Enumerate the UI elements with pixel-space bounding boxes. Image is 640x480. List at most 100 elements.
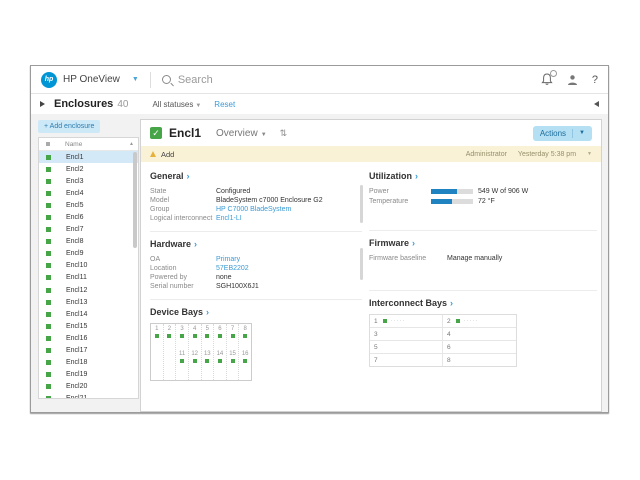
status-ok-icon	[155, 334, 159, 338]
logical-interconnect-link[interactable]: Encl1-LI	[216, 214, 242, 223]
list-item[interactable]: Encl11	[39, 272, 138, 284]
utilization-section-link[interactable]: Utilization›	[369, 171, 597, 181]
status-ok-icon	[46, 215, 51, 220]
list-item[interactable]: Encl1	[39, 151, 138, 163]
resource-toolbar: Enclosures 40 All statuses▼ Reset	[31, 94, 608, 115]
status-ok-icon	[46, 396, 51, 399]
brand-title: HP OneView	[63, 74, 120, 85]
device-bay[interactable]: 412	[189, 324, 202, 380]
device-bay[interactable]: 311	[176, 324, 189, 380]
device-bay[interactable]: 2	[164, 324, 177, 380]
device-bay[interactable]: 1	[151, 324, 164, 380]
resource-count: 40	[117, 99, 128, 110]
interconnect-bays-section-link[interactable]: Interconnect Bays›	[369, 298, 597, 308]
firmware-row: Firmware baselineManage manually	[369, 254, 597, 263]
list-item[interactable]: Encl3	[39, 175, 138, 187]
device-bay[interactable]: 715	[227, 324, 240, 380]
hardware-row: Serial numberSGH100X6J1	[150, 282, 362, 291]
list-item[interactable]: Encl8	[39, 236, 138, 248]
status-ok-icon	[383, 319, 387, 323]
status-ok-icon	[46, 372, 51, 377]
actions-button[interactable]: Actions▼	[533, 126, 592, 141]
help-icon[interactable]: ?	[592, 74, 598, 86]
list-item[interactable]: Encl14	[39, 308, 138, 320]
interconnect-bay[interactable]: 5	[370, 341, 443, 353]
list-item[interactable]: Encl7	[39, 224, 138, 236]
user-icon[interactable]	[567, 74, 578, 86]
status-ok-icon	[46, 300, 51, 305]
list-item[interactable]: Encl6	[39, 211, 138, 223]
chevron-down-icon[interactable]: ▼	[132, 76, 139, 83]
interconnect-bay[interactable]: 7	[370, 354, 443, 366]
list-item[interactable]: Encl12	[39, 284, 138, 296]
status-ok-icon	[46, 324, 51, 329]
oa-link[interactable]: Primary	[216, 255, 240, 264]
interconnect-bay[interactable]: 8	[443, 354, 516, 366]
status-ok-icon	[46, 227, 51, 232]
chevron-down-icon[interactable]: ▼	[587, 151, 592, 157]
list-item[interactable]: Encl17	[39, 345, 138, 357]
list-item[interactable]: Encl18	[39, 357, 138, 369]
hardware-row: Powered bynone	[150, 273, 362, 282]
interconnect-bay[interactable]: 2·····	[443, 315, 516, 327]
interconnect-bays-diagram: 1····· 2····· 3 4 5 6 7	[369, 314, 517, 367]
list-item[interactable]: Encl20	[39, 381, 138, 393]
status-column-icon	[46, 142, 50, 146]
list-item[interactable]: Encl9	[39, 248, 138, 260]
task-banner[interactable]: Add Administrator Yesterday 5:38 pm ▼	[141, 146, 601, 162]
device-bay[interactable]: 614	[214, 324, 227, 380]
list-item[interactable]: Encl10	[39, 260, 138, 272]
list-item[interactable]: Encl13	[39, 296, 138, 308]
status-ok-icon	[193, 359, 197, 363]
status-ok-icon	[46, 239, 51, 244]
status-ok-icon	[46, 179, 51, 184]
reset-link[interactable]: Reset	[214, 100, 235, 109]
status-ok-icon	[205, 359, 209, 363]
status-ok-icon	[243, 359, 247, 363]
status-ok-icon	[46, 263, 51, 268]
status-ok-icon	[243, 334, 247, 338]
view-selector-dropdown[interactable]: Overview▼	[216, 128, 267, 139]
add-enclosure-button[interactable]: + Add enclosure	[38, 120, 100, 133]
status-ok-icon	[46, 384, 51, 389]
device-bays-section-link[interactable]: Device Bays›	[150, 307, 362, 317]
list-item[interactable]: Encl21	[39, 393, 138, 399]
status-ok-icon	[46, 203, 51, 208]
interconnect-bay[interactable]: 1·····	[370, 315, 443, 327]
interconnect-bay[interactable]: 3	[370, 328, 443, 340]
collapse-panel-icon[interactable]	[594, 101, 599, 107]
list-item[interactable]: Encl4	[39, 187, 138, 199]
group-link[interactable]: HP C7000 BladeSystem	[216, 205, 291, 214]
interconnect-bay[interactable]: 6	[443, 341, 516, 353]
expand-menu-icon[interactable]	[40, 101, 45, 107]
list-item[interactable]: Encl5	[39, 199, 138, 211]
list-item[interactable]: Encl19	[39, 369, 138, 381]
list-item[interactable]: Encl15	[39, 320, 138, 332]
task-name: Add	[161, 150, 174, 159]
sort-toggle-icon[interactable]: ⇅	[280, 128, 288, 139]
status-filter-dropdown[interactable]: All statuses▼	[152, 100, 201, 109]
location-link[interactable]: 57EB2202	[216, 264, 249, 273]
section-scrollbar[interactable]	[360, 185, 363, 223]
status-ok-icon	[205, 334, 209, 338]
status-ok-icon	[46, 251, 51, 256]
task-user: Administrator	[466, 151, 507, 158]
search-icon	[162, 75, 171, 84]
list-header[interactable]: Name ▲	[39, 138, 138, 151]
general-section-link[interactable]: General›	[150, 171, 362, 181]
notification-badge	[550, 70, 557, 77]
name-column-header[interactable]: Name	[65, 141, 82, 148]
notifications-bell-icon[interactable]	[541, 73, 553, 86]
search-input[interactable]: Search	[178, 74, 213, 86]
list-scrollbar[interactable]	[133, 152, 137, 248]
list-item[interactable]: Encl16	[39, 332, 138, 344]
device-bay[interactable]: 816	[239, 324, 251, 380]
section-scrollbar[interactable]	[360, 248, 363, 280]
firmware-section-link[interactable]: Firmware›	[369, 238, 597, 248]
list-item[interactable]: Encl2	[39, 163, 138, 175]
hardware-section-link[interactable]: Hardware›	[150, 239, 362, 249]
sort-ascending-icon[interactable]: ▲	[129, 141, 134, 147]
status-ok-icon	[46, 312, 51, 317]
interconnect-bay[interactable]: 4	[443, 328, 516, 340]
device-bay[interactable]: 513	[202, 324, 215, 380]
